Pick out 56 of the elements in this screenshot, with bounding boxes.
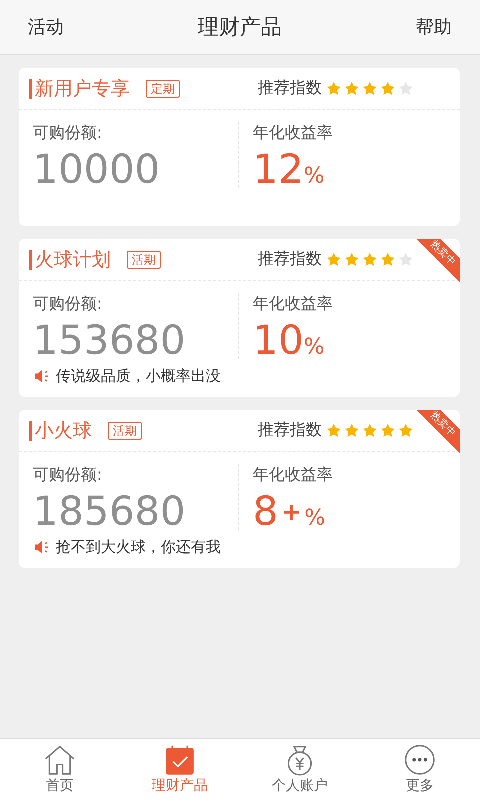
rating-label: 推荐指数 — [258, 420, 322, 441]
product-card[interactable]: 火球计划 活期 推荐指数 热卖中 可购份额: 153680 年化收益率 10% 传说级品质，小概率出没 — [19, 239, 460, 397]
star-icon — [380, 422, 396, 438]
star-icon — [362, 422, 378, 438]
star-icon — [380, 80, 396, 96]
star-icon — [362, 252, 378, 268]
tab-item[interactable]: 更多 — [360, 739, 480, 800]
tab-item[interactable]: 个人账户 — [240, 739, 360, 800]
more-icon — [403, 744, 437, 776]
product-name: 火球计划 — [29, 250, 111, 270]
rate-value: 8 — [253, 488, 278, 537]
term-tag: 活期 — [108, 422, 142, 440]
amount-label: 可购份额: — [33, 293, 104, 315]
star-icon — [326, 252, 342, 268]
percent-unit: % — [304, 506, 326, 531]
product-card[interactable]: 新用户专享 定期 推荐指数 可购份额: 10000 年化收益率 12% — [19, 68, 460, 226]
rating-label: 推荐指数 — [258, 78, 322, 99]
amount-label: 可购份额: — [33, 464, 104, 486]
percent-unit: % — [304, 335, 325, 360]
star-icon — [326, 80, 342, 96]
term-tag: 活期 — [127, 250, 161, 268]
star-icon — [398, 80, 414, 96]
product-name: 小火球 — [29, 420, 92, 440]
rate-plus: + — [281, 498, 302, 526]
calendar-check-icon — [163, 744, 197, 776]
product-slogan: 传说级品质，小概率出没 — [56, 367, 221, 386]
product-card[interactable]: 小火球 活期 推荐指数 热卖中 可购份额: 185680 年化收益率 8+% 抢不到大火球，你还有我 — [19, 410, 460, 568]
activity-link[interactable]: 活动 — [28, 15, 64, 39]
star-icon — [344, 422, 360, 438]
amount-label: 可购份额: — [33, 122, 104, 144]
help-link[interactable]: 帮助 — [416, 15, 452, 39]
star-icon — [380, 252, 396, 268]
speaker-icon — [35, 370, 50, 383]
product-slogan: 抢不到大火球，你还有我 — [56, 538, 221, 557]
rate-value: 12 — [253, 146, 304, 195]
star-icon — [344, 80, 360, 96]
star-icon — [398, 422, 414, 438]
rating-label: 推荐指数 — [258, 249, 322, 270]
speaker-icon — [35, 541, 50, 554]
star-icon — [362, 80, 378, 96]
page-title: 理财产品 — [198, 14, 282, 41]
house-icon — [43, 744, 77, 776]
amount-value: 10000 — [33, 146, 162, 195]
rate-label: 年化收益率 — [253, 293, 333, 315]
star-icon — [344, 252, 360, 268]
star-icon — [326, 422, 342, 438]
tab-item[interactable]: 首页 — [0, 739, 120, 800]
product-name: 新用户专享 — [29, 78, 130, 98]
rate-label: 年化收益率 — [253, 464, 333, 486]
rate-label: 年化收益率 — [253, 122, 333, 144]
amount-value: 153680 — [33, 317, 187, 366]
rate-value: 10 — [253, 317, 304, 366]
star-icon — [398, 252, 414, 268]
percent-unit: % — [304, 164, 325, 189]
term-tag: 定期 — [146, 80, 180, 98]
amount-value: 185680 — [33, 488, 187, 537]
